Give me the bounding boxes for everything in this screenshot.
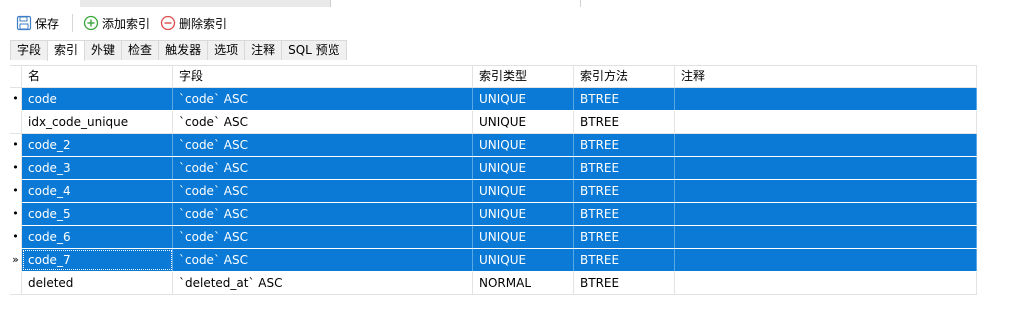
row-marker: • xyxy=(10,134,22,156)
index-fields-cell[interactable]: `code` ASC xyxy=(173,157,473,179)
index-comment-cell[interactable] xyxy=(675,111,977,133)
grid-header-row: 名 字段 索引类型 索引方法 注释 xyxy=(10,66,977,88)
index-comment-cell[interactable] xyxy=(675,157,977,179)
index-method-cell[interactable]: BTREE xyxy=(574,157,675,179)
index-type-cell[interactable]: UNIQUE xyxy=(473,203,574,225)
index-method-cell[interactable]: BTREE xyxy=(574,88,675,110)
index-name-cell[interactable]: code_2 xyxy=(22,134,173,156)
index-fields-cell[interactable]: `code` ASC xyxy=(173,180,473,202)
index-name-cell[interactable]: code_7 xyxy=(22,249,173,271)
index-comment-cell[interactable] xyxy=(675,134,977,156)
index-type-cell[interactable]: UNIQUE xyxy=(473,88,574,110)
table-row[interactable]: • code_3 `code` ASC UNIQUE BTREE xyxy=(10,157,977,180)
index-type-cell[interactable]: UNIQUE xyxy=(473,157,574,179)
table-row[interactable]: • code_6 `code` ASC UNIQUE BTREE xyxy=(10,226,977,249)
table-row[interactable]: • code `code` ASC UNIQUE BTREE xyxy=(10,88,977,111)
row-marker: • xyxy=(10,157,22,179)
index-type-cell[interactable]: UNIQUE xyxy=(473,226,574,248)
index-type-cell[interactable]: UNIQUE xyxy=(473,249,574,271)
tab-sql-preview[interactable]: SQL 预览 xyxy=(281,40,347,60)
table-row[interactable]: idx_code_unique `code` ASC UNIQUE BTREE xyxy=(10,111,977,134)
row-indicator-header xyxy=(10,66,22,87)
index-fields-cell[interactable]: `deleted_at` ASC xyxy=(173,272,473,294)
designer-tabs: 字段 索引 外键 检查 触发器 选项 注释 SQL 预览 xyxy=(10,40,347,61)
index-comment-cell[interactable] xyxy=(675,249,977,271)
index-fields-cell[interactable]: `code` ASC xyxy=(173,203,473,225)
current-row-marker: » xyxy=(10,249,22,271)
index-fields-cell[interactable]: `code` ASC xyxy=(173,111,473,133)
save-label: 保存 xyxy=(35,16,60,31)
delete-index-label: 删除索引 xyxy=(179,16,228,31)
table-row[interactable]: • code_2 `code` ASC UNIQUE BTREE xyxy=(10,134,977,157)
row-marker: • xyxy=(10,180,22,202)
table-row[interactable]: deleted `deleted_at` ASC NORMAL BTREE xyxy=(10,272,977,295)
tab-fields[interactable]: 字段 xyxy=(10,40,49,60)
index-method-cell[interactable]: BTREE xyxy=(574,134,675,156)
tab-triggers[interactable]: 触发器 xyxy=(158,40,209,60)
index-fields-cell[interactable]: `code` ASC xyxy=(173,249,473,271)
row-marker: • xyxy=(10,203,22,225)
index-name-cell[interactable]: idx_code_unique xyxy=(22,111,173,133)
index-comment-cell[interactable] xyxy=(675,272,977,294)
column-header-name[interactable]: 名 xyxy=(22,66,173,87)
table-row[interactable]: » code_7 `code` ASC UNIQUE BTREE xyxy=(10,249,977,272)
delete-index-button[interactable]: 删除索引 xyxy=(156,12,231,34)
index-name-cell[interactable]: code_6 xyxy=(22,226,173,248)
tab-options[interactable]: 选项 xyxy=(207,40,246,60)
tab-checks[interactable]: 检查 xyxy=(121,40,160,60)
index-grid: 名 字段 索引类型 索引方法 注释 • code `code` ASC UNIQ… xyxy=(10,65,977,295)
index-method-cell[interactable]: BTREE xyxy=(574,226,675,248)
row-marker: • xyxy=(10,226,22,248)
tab-indexes[interactable]: 索引 xyxy=(47,40,86,61)
add-icon xyxy=(83,15,99,31)
add-index-button[interactable]: 添加索引 xyxy=(79,12,154,34)
index-method-cell[interactable]: BTREE xyxy=(574,203,675,225)
tab-comment[interactable]: 注释 xyxy=(244,40,283,60)
document-area-fragment xyxy=(580,0,1011,7)
index-type-cell[interactable]: UNIQUE xyxy=(473,134,574,156)
column-header-fields[interactable]: 字段 xyxy=(173,66,473,87)
index-method-cell[interactable]: BTREE xyxy=(574,272,675,294)
table-row[interactable]: • code_5 `code` ASC UNIQUE BTREE xyxy=(10,203,977,226)
index-fields-cell[interactable]: `code` ASC xyxy=(173,226,473,248)
index-type-cell[interactable]: UNIQUE xyxy=(473,111,574,133)
tab-foreign-keys[interactable]: 外键 xyxy=(84,40,123,60)
window-top-strip xyxy=(0,0,1011,8)
column-header-comment[interactable]: 注释 xyxy=(675,66,977,87)
index-name-cell[interactable]: deleted xyxy=(22,272,173,294)
add-index-label: 添加索引 xyxy=(102,16,151,31)
index-comment-cell[interactable] xyxy=(675,180,977,202)
document-tab-fragment[interactable] xyxy=(80,0,331,7)
column-header-index-method[interactable]: 索引方法 xyxy=(574,66,675,87)
save-button[interactable]: 保存 xyxy=(12,12,63,34)
toolbar-divider xyxy=(72,14,73,32)
row-marker xyxy=(10,272,22,294)
index-type-cell[interactable]: UNIQUE xyxy=(473,180,574,202)
column-header-index-type[interactable]: 索引类型 xyxy=(473,66,574,87)
save-icon xyxy=(16,15,32,31)
remove-icon xyxy=(160,15,176,31)
index-comment-cell[interactable] xyxy=(675,88,977,110)
index-comment-cell[interactable] xyxy=(675,203,977,225)
index-method-cell[interactable]: BTREE xyxy=(574,249,675,271)
index-method-cell[interactable]: BTREE xyxy=(574,111,675,133)
index-fields-cell[interactable]: `code` ASC xyxy=(173,88,473,110)
index-type-cell[interactable]: NORMAL xyxy=(473,272,574,294)
table-row[interactable]: • code_4 `code` ASC UNIQUE BTREE xyxy=(10,180,977,203)
index-name-cell[interactable]: code_3 xyxy=(22,157,173,179)
toolbar: 保存 添加索引 删除索引 xyxy=(0,10,1011,36)
row-marker: • xyxy=(10,88,22,110)
row-marker xyxy=(10,111,22,133)
index-name-cell[interactable]: code_4 xyxy=(22,180,173,202)
index-comment-cell[interactable] xyxy=(675,226,977,248)
index-fields-cell[interactable]: `code` ASC xyxy=(173,134,473,156)
index-name-cell[interactable]: code xyxy=(22,88,173,110)
index-name-cell[interactable]: code_5 xyxy=(22,203,173,225)
index-method-cell[interactable]: BTREE xyxy=(574,180,675,202)
